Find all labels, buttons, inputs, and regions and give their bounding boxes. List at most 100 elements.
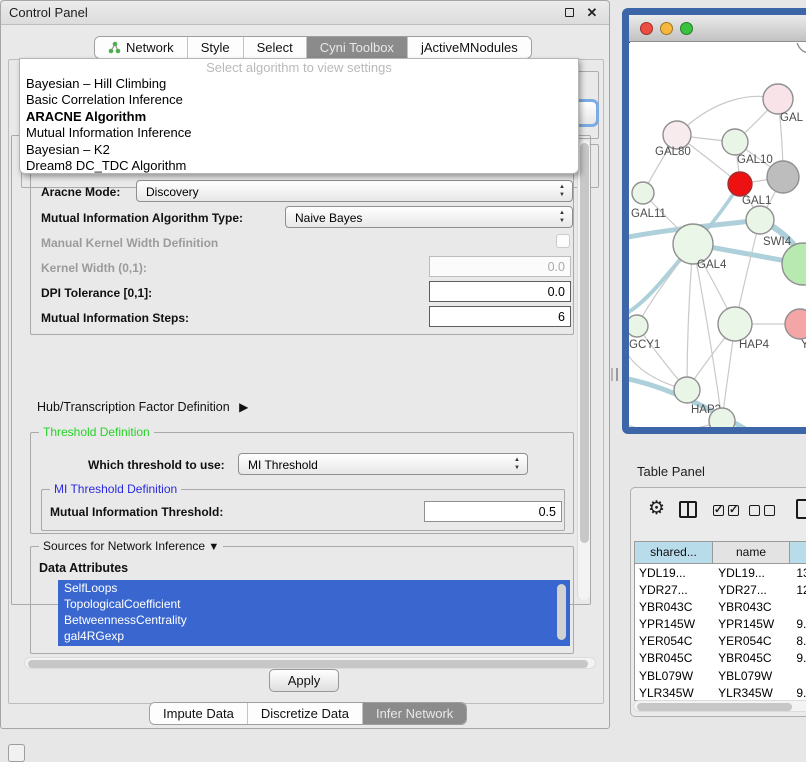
table-cell[interactable]: YER054C xyxy=(714,633,792,650)
minimize-traffic-light-icon[interactable] xyxy=(660,22,673,35)
table-cell[interactable]: 9. xyxy=(792,684,806,701)
table-cell[interactable]: YDR27... xyxy=(635,581,714,598)
mi-algorithm-type-combobox[interactable]: Naive Bayes ▲▼ xyxy=(285,206,573,228)
table-row[interactable]: YBR045CYBR045C9. xyxy=(635,650,806,667)
table-row[interactable]: YPR145WYPR145W9. xyxy=(635,616,806,633)
table-cell[interactable]: YDL19... xyxy=(714,564,792,581)
table-cell[interactable]: YBR043C xyxy=(635,598,714,615)
table-cell[interactable]: YBR043C xyxy=(714,598,792,615)
scrollbar-thumb[interactable] xyxy=(637,703,792,711)
scrollbar-thumb[interactable] xyxy=(580,143,589,543)
algorithm-option[interactable]: Mutual Information Inference xyxy=(20,125,578,141)
column-header-shared-name[interactable]: shared... xyxy=(635,542,713,563)
table-cell[interactable] xyxy=(792,667,806,684)
attribute-list-item[interactable]: BetweennessCentrality xyxy=(58,612,570,628)
table-cell[interactable]: YLR345W xyxy=(714,684,792,701)
table-cell[interactable]: YPR145W xyxy=(714,616,792,633)
table-cell[interactable]: YER054C xyxy=(635,633,714,650)
table-row[interactable]: YDR27...YDR27...12 xyxy=(635,581,806,598)
graph-node[interactable] xyxy=(632,182,654,204)
graph-node[interactable] xyxy=(763,84,793,114)
table-cell[interactable]: YLR345W xyxy=(635,684,714,701)
algorithm-option[interactable]: Dream8 DC_TDC Algorithm xyxy=(20,158,578,174)
attribute-list-scrollbar[interactable] xyxy=(555,582,568,644)
table-cell[interactable]: YBR045C xyxy=(635,650,714,667)
scrollbar-thumb[interactable] xyxy=(557,584,566,640)
graph-node[interactable] xyxy=(782,243,806,285)
tab-style[interactable]: Style xyxy=(188,37,244,58)
graph-node[interactable] xyxy=(674,377,700,403)
algorithm-option[interactable]: Basic Correlation Inference xyxy=(20,92,578,108)
deselect-all-icon[interactable] xyxy=(749,505,775,516)
network-canvas[interactable]: GALGAL80GAL10GAL1GAL11SWI4GAL4GCY1HAP4YH… xyxy=(629,43,806,434)
graph-node[interactable] xyxy=(718,307,752,341)
algorithm-option[interactable]: ARACNE Algorithm xyxy=(20,109,578,125)
select-all-icon[interactable] xyxy=(713,505,739,516)
close-traffic-light-icon[interactable] xyxy=(640,22,653,35)
tab-infer-network[interactable]: Infer Network xyxy=(363,703,466,724)
table-row[interactable]: YBR043CYBR043C xyxy=(635,598,806,615)
table-cell[interactable]: YDL19... xyxy=(635,564,714,581)
graph-node[interactable] xyxy=(722,129,748,155)
algorithm-option[interactable]: Bayesian – K2 xyxy=(20,142,578,158)
kernel-width-field[interactable]: 0.0 xyxy=(429,256,571,277)
data-attributes-list[interactable]: SelfLoopsTopologicalCoefficientBetweenne… xyxy=(58,580,570,646)
dpi-tolerance-field[interactable]: 0.0 xyxy=(429,281,571,302)
table-row[interactable]: YER054CYER054C8. xyxy=(635,633,806,650)
float-window-icon[interactable] xyxy=(563,6,577,20)
table-cell[interactable] xyxy=(792,598,806,615)
algorithm-option[interactable]: Bayesian – Hill Climbing xyxy=(20,76,578,92)
graph-node[interactable] xyxy=(709,408,735,434)
graph-node[interactable] xyxy=(728,172,752,196)
table-cell[interactable]: 9. xyxy=(792,650,806,667)
graph-node[interactable] xyxy=(673,224,713,264)
columns-icon[interactable] xyxy=(679,501,697,518)
table-cell[interactable]: 9. xyxy=(792,616,806,633)
network-view-window[interactable]: GALGAL80GAL10GAL1GAL11SWI4GAL4GCY1HAP4YH… xyxy=(622,8,806,434)
graph-node[interactable] xyxy=(797,43,806,53)
table-horizontal-scrollbar[interactable] xyxy=(633,700,806,712)
aracne-mode-combobox[interactable]: Discovery ▲▼ xyxy=(136,180,573,202)
graph-node[interactable] xyxy=(785,309,806,339)
bottom-left-button-fragment[interactable] xyxy=(8,744,25,762)
table-row[interactable]: YLR345WYLR345W9. xyxy=(635,684,806,701)
settings-horizontal-scrollbar[interactable] xyxy=(24,657,596,669)
tab-impute-data[interactable]: Impute Data xyxy=(150,703,248,724)
tab-discretize-data[interactable]: Discretize Data xyxy=(248,703,363,724)
attribute-list-item[interactable]: gal4RGexp xyxy=(58,628,570,644)
gear-icon[interactable]: ⚙ xyxy=(648,497,665,520)
table-cell[interactable]: YDR27... xyxy=(714,581,792,598)
table-cell[interactable]: YPR145W xyxy=(635,616,714,633)
tab-cyni-toolbox[interactable]: Cyni Toolbox xyxy=(307,37,408,58)
zoom-traffic-light-icon[interactable] xyxy=(680,22,693,35)
tab-select[interactable]: Select xyxy=(244,37,307,58)
table-row[interactable]: YDL19...YDL19...13 xyxy=(635,564,806,581)
graph-node[interactable] xyxy=(663,121,691,149)
network-window-titlebar[interactable] xyxy=(629,15,806,42)
document-icon[interactable] xyxy=(796,499,806,519)
table-cell[interactable]: YBL079W xyxy=(714,667,792,684)
graph-node[interactable] xyxy=(746,206,774,234)
table-cell[interactable]: 13 xyxy=(792,564,806,581)
table-cell[interactable]: 8. xyxy=(792,633,806,650)
table-cell[interactable]: YBL079W xyxy=(635,667,714,684)
attribute-list-item[interactable]: TopologicalCoefficient xyxy=(58,596,570,612)
column-header-clipped[interactable] xyxy=(790,542,806,563)
graph-node[interactable] xyxy=(629,315,648,337)
hub-definition-toggle[interactable]: Hub/Transcription Factor Definition ▶ xyxy=(37,400,248,414)
mi-threshold-field[interactable]: 0.5 xyxy=(424,501,562,522)
table-row[interactable]: YBL079WYBL079W xyxy=(635,667,806,684)
collapse-arrow-icon[interactable]: ▼ xyxy=(208,541,219,553)
tab-network[interactable]: Network xyxy=(95,37,188,58)
scrollbar-thumb[interactable] xyxy=(28,660,588,668)
tab-jactivemnodules[interactable]: jActiveMNodules xyxy=(408,37,531,58)
which-threshold-combobox[interactable]: MI Threshold ▲▼ xyxy=(238,453,528,475)
split-pane-handle[interactable] xyxy=(611,368,618,381)
table-cell[interactable]: 12 xyxy=(792,581,806,598)
settings-vertical-scrollbar[interactable] xyxy=(577,140,590,600)
graph-node[interactable] xyxy=(767,161,799,193)
column-header-name[interactable]: name xyxy=(713,542,790,563)
close-icon[interactable]: ✕ xyxy=(585,6,599,20)
table-cell[interactable]: YBR045C xyxy=(714,650,792,667)
apply-button[interactable]: Apply xyxy=(269,669,339,692)
